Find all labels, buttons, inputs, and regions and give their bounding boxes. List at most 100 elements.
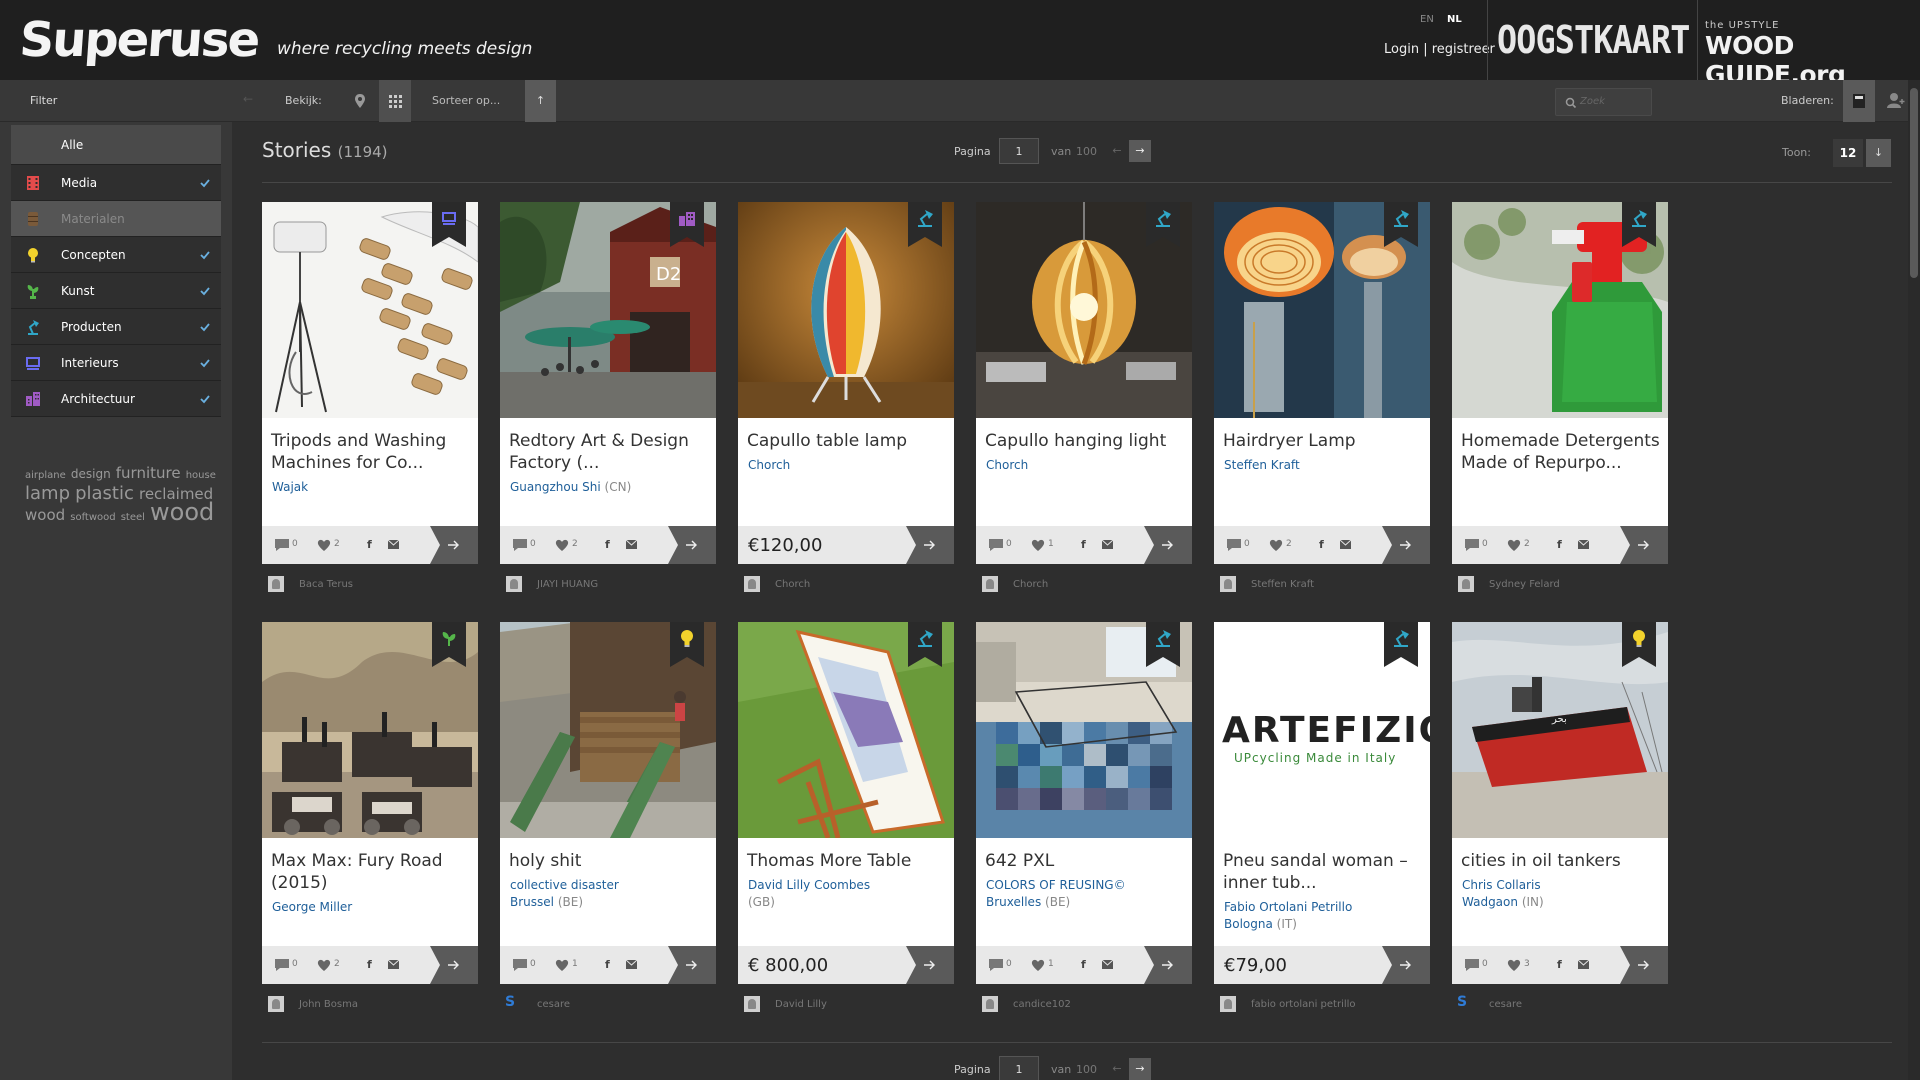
back-arrow-icon[interactable]: ← (243, 92, 253, 106)
mail-icon[interactable] (1340, 540, 1351, 549)
card-username[interactable]: Chorch (775, 579, 810, 590)
oogstkaart-logo[interactable]: OOGSTKAART (1497, 18, 1690, 62)
facebook-icon[interactable]: f (1081, 538, 1086, 551)
card-location[interactable]: Bruxelles (BE) (986, 895, 1070, 909)
map-pin-icon[interactable] (352, 93, 368, 109)
facebook-icon[interactable]: f (1557, 958, 1562, 971)
card-username[interactable]: Chorch (1013, 579, 1048, 590)
mail-icon[interactable] (1578, 960, 1589, 969)
tag-link[interactable]: plastic (75, 483, 134, 504)
heart-icon[interactable] (554, 537, 570, 553)
facebook-icon[interactable]: f (1319, 538, 1324, 551)
story-card[interactable]: holy shit collective disaster Brussel (BE… (500, 622, 716, 984)
category-item-materialen[interactable]: Materialen (11, 201, 221, 237)
show-count-dropdown[interactable]: ↓ (1866, 139, 1891, 167)
arrow-right-icon[interactable] (1374, 526, 1430, 564)
heart-icon[interactable] (1030, 537, 1046, 553)
arrow-right-icon[interactable] (660, 526, 716, 564)
card-title[interactable]: Hairdryer Lamp (1223, 430, 1423, 452)
user-avatar[interactable] (982, 576, 998, 592)
card-location[interactable]: Wadgaon (IN) (1462, 895, 1544, 909)
facebook-icon[interactable]: f (1557, 538, 1562, 551)
card-location[interactable]: Brussel (BE) (510, 895, 583, 909)
card-author[interactable]: George Miller (272, 900, 472, 914)
category-item-interieurs[interactable]: Interieurs (11, 345, 221, 381)
user-avatar[interactable] (744, 996, 760, 1012)
page-number-input[interactable] (999, 138, 1039, 164)
lang-nl-link[interactable]: NL (1447, 14, 1462, 25)
story-card[interactable]: Capullo hanging light Chorch 0 1 f (976, 202, 1192, 564)
card-author[interactable]: David Lilly Coombes (748, 878, 948, 892)
show-count-value[interactable]: 12 (1833, 139, 1863, 167)
comment-icon[interactable] (274, 538, 290, 552)
card-title[interactable]: Tripods and Washing Machines for Co... (271, 430, 471, 474)
arrow-right-icon[interactable] (660, 946, 716, 984)
story-card[interactable]: ARTEFIZIO UPcycling Made in Italy Pneu s… (1214, 622, 1430, 984)
card-author[interactable]: COLORS OF REUSING© (986, 878, 1186, 892)
lang-en-link[interactable]: EN (1420, 14, 1434, 25)
heart-icon[interactable] (1268, 537, 1284, 553)
mail-icon[interactable] (388, 540, 399, 549)
arrow-right-icon[interactable] (1136, 526, 1192, 564)
search-field[interactable]: Zoek (1555, 88, 1652, 116)
user-avatar[interactable] (1220, 576, 1236, 592)
heart-icon[interactable] (554, 957, 570, 973)
card-author[interactable]: Chorch (986, 458, 1186, 472)
grid-view-icon[interactable] (379, 80, 411, 122)
stories-view-button[interactable] (1843, 80, 1875, 122)
card-location[interactable]: Bologna (IT) (1224, 917, 1297, 931)
card-username[interactable]: candice102 (1013, 999, 1071, 1010)
login-register-link[interactable]: Login | registreer (1384, 42, 1495, 57)
story-card[interactable]: 642 PXL COLORS OF REUSING© Bruxelles (BE)… (976, 622, 1192, 984)
card-title[interactable]: Pneu sandal woman – inner tub... (1223, 850, 1423, 894)
card-username[interactable]: David Lilly (775, 999, 827, 1010)
story-card[interactable]: بحر cities in oil tankers Chris Collaris… (1452, 622, 1668, 984)
facebook-icon[interactable]: f (367, 538, 372, 551)
card-title[interactable]: Thomas More Table (747, 850, 947, 872)
facebook-icon[interactable]: f (605, 958, 610, 971)
card-username[interactable]: Baca Terus (299, 579, 353, 590)
category-item-media[interactable]: Media (11, 165, 221, 201)
card-author[interactable]: Wajak (272, 480, 472, 494)
card-username[interactable]: JIAYI HUANG (537, 579, 598, 590)
user-avatar[interactable] (268, 576, 284, 592)
facebook-icon[interactable]: f (1081, 958, 1086, 971)
user-avatar[interactable] (1458, 576, 1474, 592)
heart-icon[interactable] (1030, 957, 1046, 973)
arrow-right-icon[interactable] (1136, 946, 1192, 984)
story-card[interactable]: Capullo table lamp Chorch €120,00 (738, 202, 954, 564)
story-card[interactable]: Hairdryer Lamp Steffen Kraft 0 2 f (1214, 202, 1430, 564)
arrow-right-icon[interactable] (422, 946, 478, 984)
tag-link[interactable]: furniture (116, 464, 181, 482)
arrow-right-icon[interactable] (898, 526, 954, 564)
card-title[interactable]: cities in oil tankers (1461, 850, 1661, 872)
story-card[interactable]: Tripods and Washing Machines for Co... W… (262, 202, 478, 564)
arrow-right-icon[interactable] (422, 526, 478, 564)
user-avatar[interactable] (1220, 996, 1236, 1012)
prev-page-button[interactable]: ← (1106, 140, 1128, 162)
card-title[interactable]: 642 PXL (985, 850, 1185, 872)
tag-link[interactable]: softwood (70, 512, 115, 523)
mail-icon[interactable] (388, 960, 399, 969)
card-title[interactable]: Homemade Detergents Made of Repurpo... (1461, 430, 1661, 474)
category-item-kunst[interactable]: Kunst (11, 273, 221, 309)
tag-link[interactable]: steel (121, 512, 145, 523)
tag-link[interactable]: design (71, 467, 111, 481)
category-item-concepten[interactable]: Concepten (11, 237, 221, 273)
tag-link[interactable]: airplane (25, 470, 66, 481)
mail-icon[interactable] (626, 540, 637, 549)
heart-icon[interactable] (316, 957, 332, 973)
mail-icon[interactable] (1102, 960, 1113, 969)
mail-icon[interactable] (626, 960, 637, 969)
heart-icon[interactable] (1506, 537, 1522, 553)
card-title[interactable]: Max Max: Fury Road (2015) (271, 850, 471, 894)
arrow-right-icon[interactable] (1612, 946, 1668, 984)
category-item-producten[interactable]: Producten (11, 309, 221, 345)
card-username[interactable]: Steffen Kraft (1251, 579, 1314, 590)
comment-icon[interactable] (512, 958, 528, 972)
tag-link[interactable]: house (186, 470, 216, 481)
card-author[interactable]: Fabio Ortolani Petrillo (1224, 900, 1424, 914)
user-avatar[interactable]: S (505, 994, 515, 1010)
story-card[interactable]: D2 Redtory Art & Design Factory (... Gua… (500, 202, 716, 564)
facebook-icon[interactable]: f (605, 538, 610, 551)
